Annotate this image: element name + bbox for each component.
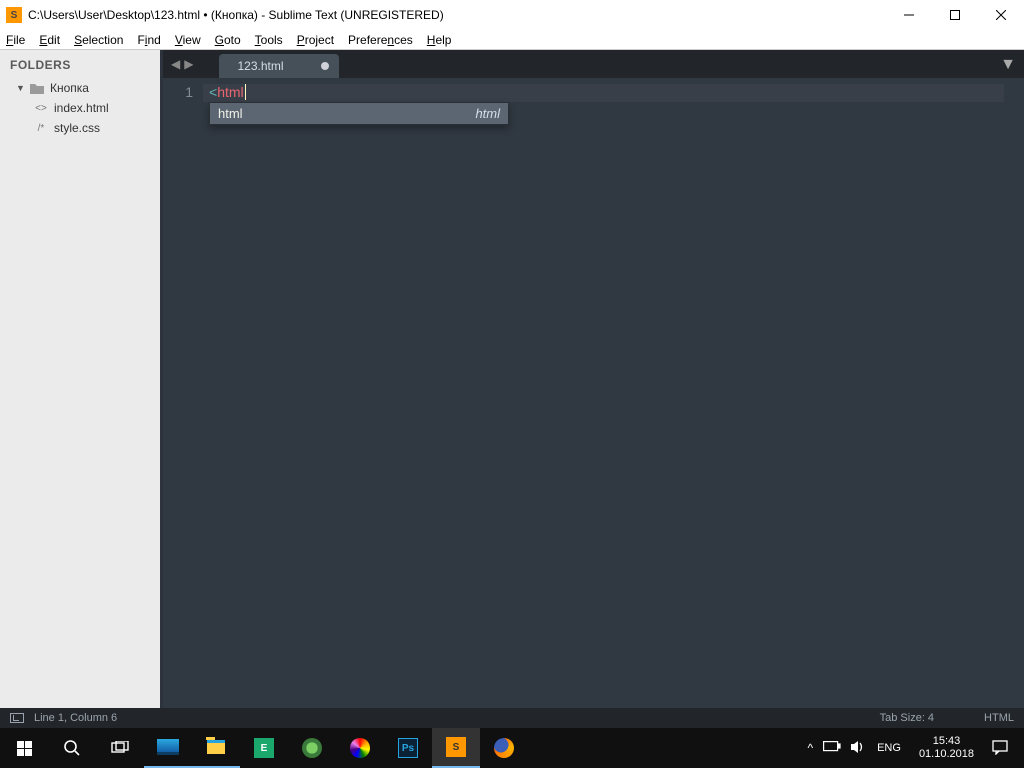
taskbar-app-atom[interactable] xyxy=(288,728,336,768)
tray-volume-icon[interactable] xyxy=(851,740,867,757)
active-line-highlight xyxy=(203,84,1004,102)
tab-123-html[interactable]: 123.html xyxy=(219,54,339,78)
menu-tools[interactable]: Tools xyxy=(255,33,283,47)
autocomplete-kind: html xyxy=(475,106,500,121)
tab-bar: ◀ ▶ 123.html ▼ xyxy=(163,50,1024,78)
taskbar-app-desktop[interactable] xyxy=(144,728,192,768)
status-bar: Line 1, Column 6 Tab Size: 4 HTML xyxy=(0,708,1024,728)
tray-date: 01.10.2018 xyxy=(919,748,974,761)
console-toggle-icon[interactable] xyxy=(10,713,24,723)
line-number: 1 xyxy=(163,84,193,100)
status-cursor-position[interactable]: Line 1, Column 6 xyxy=(34,712,117,724)
unsaved-indicator-icon xyxy=(321,62,329,70)
sidebar-folder-root[interactable]: ▼ Кнопка xyxy=(10,78,150,98)
menu-file[interactable]: File xyxy=(6,33,25,47)
folder-sidebar: FOLDERS ▼ Кнопка <> index.html /* style.… xyxy=(0,50,160,708)
taskbar-app-sublime[interactable]: S xyxy=(432,728,480,768)
windows-taskbar: E Ps S ^ ENG 15:43 01.10.2018 xyxy=(0,728,1024,768)
tray-language[interactable]: ENG xyxy=(877,742,901,754)
nav-back-icon[interactable]: ◀ xyxy=(169,55,182,73)
autocomplete-match: html xyxy=(218,106,243,121)
line-gutter: 1 xyxy=(163,78,203,708)
minimap[interactable] xyxy=(1004,78,1024,708)
menu-help[interactable]: Help xyxy=(427,33,452,47)
tray-clock[interactable]: 15:43 01.10.2018 xyxy=(911,735,982,761)
app-icon: S xyxy=(6,7,22,23)
tray-time: 15:43 xyxy=(919,735,974,748)
tray-battery-icon[interactable] xyxy=(823,741,841,755)
html-file-icon: <> xyxy=(34,103,48,114)
tray-overflow-icon[interactable]: ^ xyxy=(807,741,813,755)
window-title: C:\Users\User\Desktop\123.html • (Кнопка… xyxy=(28,8,886,22)
sidebar-file-label: index.html xyxy=(54,101,109,115)
sidebar-folder-label: Кнопка xyxy=(50,81,89,95)
tab-dropdown-icon[interactable]: ▼ xyxy=(1000,56,1016,74)
menu-find[interactable]: Find xyxy=(137,33,160,47)
maximize-button[interactable] xyxy=(932,0,978,30)
titlebar: S C:\Users\User\Desktop\123.html • (Кноп… xyxy=(0,0,1024,30)
tray-notifications-icon[interactable] xyxy=(992,739,1008,758)
search-button[interactable] xyxy=(48,728,96,768)
editor-pane: ◀ ▶ 123.html ▼ 1 <html html html xyxy=(163,50,1024,708)
chevron-down-icon: ▼ xyxy=(16,83,24,93)
taskbar-app-photoshop[interactable]: Ps xyxy=(384,728,432,768)
sidebar-file-label: style.css xyxy=(54,121,100,135)
close-button[interactable] xyxy=(978,0,1024,30)
taskbar-app-rainbow[interactable] xyxy=(336,728,384,768)
start-button[interactable] xyxy=(0,728,48,768)
nav-forward-icon[interactable]: ▶ xyxy=(182,55,195,73)
menu-goto[interactable]: Goto xyxy=(215,33,241,47)
sidebar-heading: FOLDERS xyxy=(10,58,150,72)
taskbar-app-explorer[interactable] xyxy=(192,728,240,768)
sidebar-file-index[interactable]: <> index.html xyxy=(10,98,150,118)
minimize-button[interactable] xyxy=(886,0,932,30)
menubar: File Edit Selection Find View Goto Tools… xyxy=(0,30,1024,50)
text-cursor xyxy=(245,84,246,100)
menu-edit[interactable]: Edit xyxy=(39,33,60,47)
autocomplete-item[interactable]: html html xyxy=(210,103,508,124)
tab-label: 123.html xyxy=(237,59,283,73)
code-area[interactable]: 1 <html html html xyxy=(163,78,1024,708)
taskbar-app-firefox[interactable] xyxy=(480,728,528,768)
menu-project[interactable]: Project xyxy=(297,33,334,47)
task-view-button[interactable] xyxy=(96,728,144,768)
menu-view[interactable]: View xyxy=(175,33,201,47)
menu-preferences[interactable]: Preferences xyxy=(348,33,413,47)
sidebar-file-style[interactable]: /* style.css xyxy=(10,118,150,138)
menu-selection[interactable]: Selection xyxy=(74,33,123,47)
status-tab-size[interactable]: Tab Size: 4 xyxy=(880,712,934,724)
css-file-icon: /* xyxy=(34,123,48,134)
taskbar-app-e[interactable]: E xyxy=(240,728,288,768)
folder-icon xyxy=(30,83,44,94)
autocomplete-popup[interactable]: html html xyxy=(209,102,509,125)
status-syntax[interactable]: HTML xyxy=(984,712,1014,724)
